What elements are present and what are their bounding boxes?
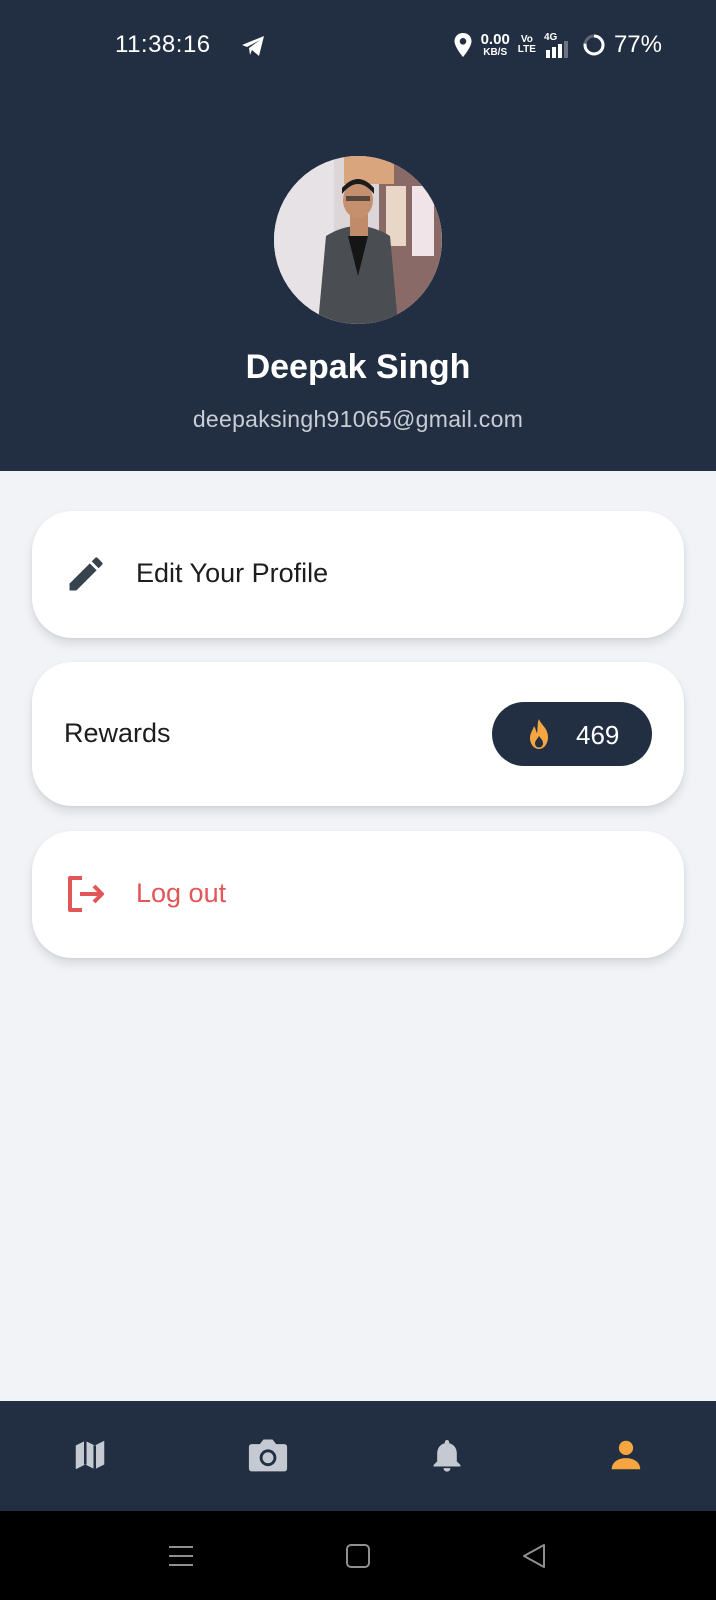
profile-screen: 11:38:16 0.00 KB/S Vo LTE 4G 77% Deepak …	[0, 0, 716, 1600]
nav-camera-tab[interactable]	[238, 1429, 298, 1481]
edit-profile-label: Edit Your Profile	[136, 558, 329, 588]
map-icon	[75, 1440, 105, 1470]
nav-map-tab[interactable]	[60, 1429, 120, 1481]
square-icon	[346, 1544, 370, 1568]
status-time: 11:38:16	[115, 31, 211, 58]
logout-label: Log out	[136, 878, 227, 908]
menu-icon	[169, 1546, 193, 1566]
recent-apps-button[interactable]	[163, 1538, 199, 1574]
network-speed-value: 0.00	[480, 31, 510, 48]
back-button[interactable]	[516, 1538, 552, 1574]
signal-icon: 4G	[544, 32, 574, 58]
volte-indicator: Vo LTE	[518, 35, 536, 55]
rewards-badge: 469	[492, 702, 652, 766]
telegram-icon	[242, 36, 264, 56]
bell-icon	[433, 1439, 461, 1472]
network-speed: 0.00 KB/S	[481, 32, 510, 58]
avatar[interactable]	[274, 156, 442, 324]
nav-notifications-tab[interactable]	[417, 1429, 477, 1481]
home-button[interactable]	[340, 1538, 376, 1574]
profile-header: 11:38:16 0.00 KB/S Vo LTE 4G 77% Deepak …	[0, 0, 716, 471]
person-icon	[611, 1440, 641, 1470]
network-speed-unit: KB/S	[483, 47, 508, 58]
signal-bars	[545, 41, 568, 58]
pencil-icon	[69, 557, 103, 591]
logout-button[interactable]: Log out	[32, 831, 684, 958]
status-bar: 11:38:16 0.00 KB/S Vo LTE 4G 77%	[0, 0, 716, 90]
camera-icon	[248, 1439, 288, 1472]
back-triangle-icon	[523, 1544, 545, 1568]
volte-bottom: LTE	[517, 44, 536, 55]
status-icons: 0.00 KB/S Vo LTE 4G 77%	[453, 28, 662, 62]
nav-profile-tab[interactable]	[596, 1429, 656, 1481]
flame-icon	[530, 719, 548, 749]
rewards-card[interactable]: Rewards 469	[32, 662, 684, 806]
user-name: Deepak Singh	[245, 348, 471, 386]
rewards-count: 469	[576, 720, 620, 750]
avatar-photo	[274, 156, 442, 324]
logout-icon	[68, 876, 104, 912]
rewards-label: Rewards	[64, 718, 171, 748]
bottom-navigation	[0, 1401, 716, 1511]
user-email: deepaksingh91065@gmail.com	[192, 406, 524, 432]
battery-percent: 77%	[613, 31, 662, 58]
system-navigation-bar	[0, 1511, 716, 1600]
location-icon	[454, 33, 472, 57]
battery-icon	[583, 34, 605, 56]
edit-profile-button[interactable]: Edit Your Profile	[32, 511, 684, 638]
